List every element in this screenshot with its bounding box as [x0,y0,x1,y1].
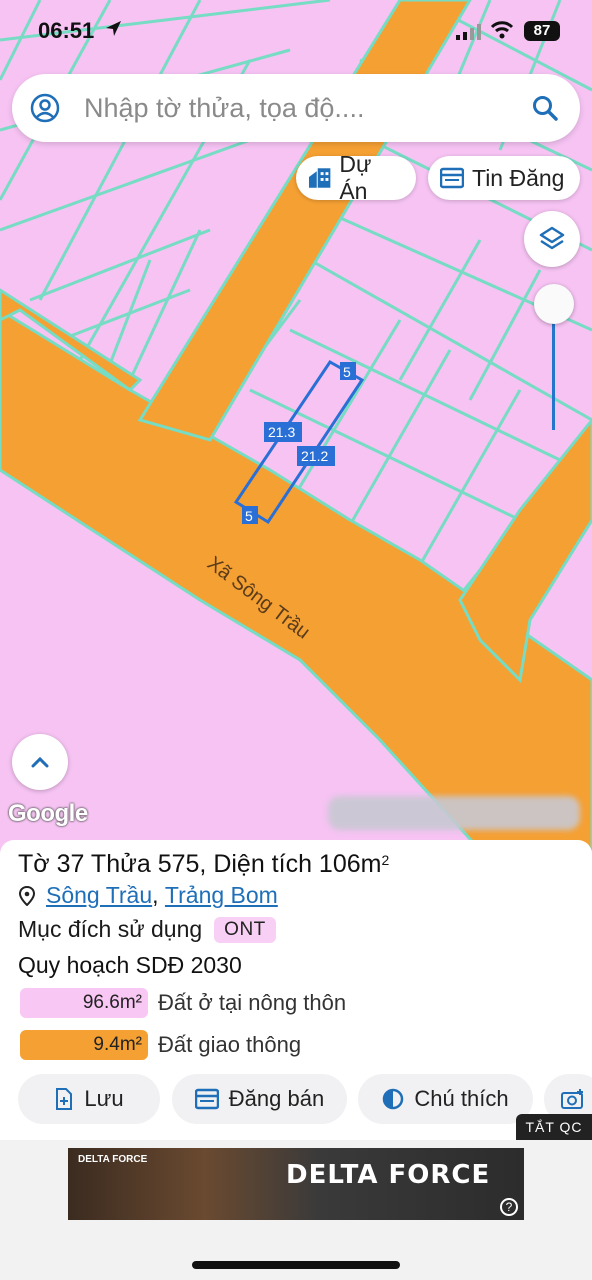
area-unit-sup: 2 [381,852,390,868]
dim-label-left: 21.3 [268,424,295,440]
location-arrow-icon [106,21,121,36]
cellular-signal-icon [456,24,481,40]
legend-row-residential: 96.6m² Đất ở tại nông thôn [20,988,346,1018]
post-button-label: Đăng bán [228,1086,325,1111]
legend-label-transport: Đất giao thông [158,1032,302,1057]
area-value: 106m [318,850,382,878]
calendar-list-icon [194,1088,219,1110]
area-label: , Diện tích [199,850,319,878]
legend-row-transport: 9.4m² Đất giao thông [20,1030,301,1060]
ad-help-icon[interactable]: ? [500,1198,518,1216]
ad-brand-logo: DELTA FORCE [78,1154,148,1165]
dim-label-right: 21.2 [301,448,328,464]
save-button-label: Lưu [84,1086,124,1111]
title-prefix: Tờ [18,850,57,878]
status-bar: 06:51 87 [0,0,592,62]
contrast-icon [383,1088,404,1110]
layers-button[interactable] [524,211,580,267]
purpose-code-badge: ONT [214,916,276,943]
purpose-label: Mục đích sử dụng [18,916,203,942]
google-logo: Google [8,800,88,827]
legend-button[interactable]: Chú thích [358,1074,533,1124]
dim-label-top: 5 [343,364,351,380]
legend-value-transport: 9.4m² [20,1030,148,1060]
battery-indicator: 87 [524,21,560,41]
save-button[interactable]: Lưu [18,1074,160,1124]
plan-title: Quy hoạch SDĐ 2030 [18,952,242,978]
expand-panel-button[interactable] [12,734,68,790]
post-for-sale-button[interactable]: Đăng bán [172,1074,347,1124]
building-icon [308,168,331,188]
district-link[interactable]: Trảng Bom [165,882,278,909]
wifi-icon [490,21,514,39]
projects-chip[interactable]: Dự Án [296,151,416,204]
calendar-list-icon [440,167,464,189]
lot-number: 575 [157,850,200,878]
layers-icon [539,226,565,250]
dim-label-bottom: 5 [245,508,253,524]
search-icon[interactable] [532,95,558,121]
location-row: Sông Trầu, Trảng Bom [18,882,278,909]
status-time: 06:51 [38,18,95,43]
user-account-icon[interactable] [30,93,60,123]
projects-chip-label: Dự Án [339,151,372,204]
sheet-number: 37 [56,850,85,878]
legend-button-label: Chú thích [414,1086,509,1111]
parcel-title: Tờ 37 Thửa 575, Diện tích 106m2 [18,850,389,879]
search-input[interactable] [84,90,504,126]
title-mid: Thửa [84,850,158,878]
close-ad-button[interactable]: TẮT QC [516,1114,592,1140]
legend-value-residential: 96.6m² [20,988,148,1018]
ad-banner[interactable]: DELTA FORCE DELTA FORCE ? [68,1148,524,1220]
purpose-row: Mục đích sử dụng ONT [18,916,276,943]
file-add-icon [56,1088,73,1110]
legend-label-residential: Đất ở tại nông thôn [158,990,347,1015]
search-bar [12,74,580,142]
location-separator: , [152,882,159,908]
home-indicator[interactable] [192,1261,400,1269]
camera-add-icon [561,1089,583,1109]
commune-link[interactable]: Sông Trầu [46,882,152,909]
opacity-slider-knob[interactable] [534,284,574,324]
listings-chip-label: Tin Đăng [472,164,565,191]
blurred-attribution [328,796,580,830]
listings-chip[interactable]: Tin Đăng [428,156,580,200]
chevron-up-icon [31,756,49,768]
map-pin-icon [18,885,36,906]
ad-title: DELTA FORCE [286,1160,491,1190]
